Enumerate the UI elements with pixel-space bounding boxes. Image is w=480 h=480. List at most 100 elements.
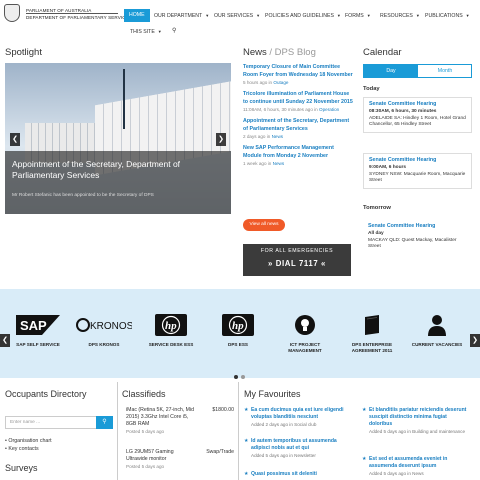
nav-our-department[interactable]: OUR DEPARTMENT ▼: [154, 9, 209, 22]
organisation-chart-link[interactable]: • Organisation chart: [5, 437, 52, 445]
event-title[interactable]: Senate Committee Hearing: [369, 157, 466, 163]
nav-home[interactable]: HOME: [124, 9, 150, 22]
star-icon: ★: [362, 456, 367, 462]
news-item-meta: 2 days ago in News: [243, 134, 353, 139]
service-label: CURRENT VACANCIES: [411, 342, 463, 347]
event-title[interactable]: Senate Committee Hearing: [368, 223, 467, 229]
news-item-title[interactable]: Appointment of the Secretary, Department…: [243, 118, 353, 133]
favourite-title[interactable]: Quasi possimus sit deleniti: [251, 471, 350, 478]
service-dps-ess[interactable]: hp DPS ESS: [208, 314, 268, 348]
service-kronos[interactable]: KRONOS DPS KRONOS: [74, 314, 134, 348]
svg-text:hp: hp: [232, 320, 244, 332]
news-item-title[interactable]: Tricolore illumination of Parliament Hou…: [243, 91, 353, 106]
event-time: 08:30AM, 6 hours, 30 minutes: [369, 109, 437, 114]
site-logo[interactable]: PARLIAMENT OF AUSTRALIA DEPARTMENT OF PA…: [4, 4, 132, 26]
book-icon: [342, 314, 402, 336]
nav-label: OUR SERVICES: [214, 13, 254, 19]
favourite-item[interactable]: ★ Est sed et assumenda eveniet in assume…: [362, 456, 468, 477]
favourite-title[interactable]: Id autem temporibus ut assumenda adipisc…: [251, 438, 350, 452]
caret-down-icon: ▼: [366, 13, 371, 18]
service-label: SERVICE DESK ESS: [148, 342, 194, 347]
nav-our-services[interactable]: OUR SERVICES ▼: [214, 9, 260, 22]
service-sap[interactable]: SAP SAP SELF SERVICE: [8, 314, 68, 348]
favourite-title[interactable]: Et blanditiis pariatur reiciendis deseru…: [369, 407, 468, 428]
favourite-item[interactable]: ★ Quasi possimus sit deleniti: [244, 471, 350, 478]
occupants-search-field[interactable]: Enter name ... ⚲: [5, 416, 113, 429]
link-label: Organisation chart: [8, 438, 52, 444]
classified-price: Swap/Trade: [206, 449, 234, 455]
service-service-desk[interactable]: hp SERVICE DESK ESS: [141, 314, 201, 348]
caret-down-icon: ▼: [336, 13, 341, 18]
calendar-event[interactable]: Senate Committee Hearing All day MACKAY Q…: [363, 220, 472, 254]
calendar-tabs: Day Month: [363, 64, 472, 78]
carousel-prev-button[interactable]: ❮: [10, 133, 20, 146]
star-icon: ★: [244, 407, 249, 413]
favourite-item[interactable]: ★ Ea cum ducimus quia est iure eligendi …: [244, 407, 350, 428]
spotlight-carousel[interactable]: ❮ ❯ Appointment of the Secretary, Depart…: [5, 63, 231, 214]
event-place: MACKAY QLD: Quest Mackay, Macalister Str…: [368, 237, 457, 250]
classified-item[interactable]: iMac (Retina 5K, 27-inch, Mid 2015) 3.3G…: [122, 407, 234, 435]
favourite-meta: Added 5 days ago in Newsletter: [251, 453, 316, 458]
service-ict-project[interactable]: ICT PROJECT MANAGEMENT: [275, 314, 335, 354]
occupants-links: • Organisation chart • Key contacts: [5, 437, 52, 453]
carousel-next-button[interactable]: ❯: [216, 133, 226, 146]
nav-this-site[interactable]: THIS SITE ▼: [130, 25, 162, 38]
favourite-item[interactable]: ★ Id autem temporibus ut assumenda adipi…: [244, 438, 350, 459]
event-details: All day MACKAY QLD: Quest Mackay, Macalis…: [368, 231, 467, 251]
nav-label: PUBLICATIONS: [425, 13, 463, 19]
favourite-meta: Added 5 days ago in Building and mainten…: [369, 429, 466, 434]
news-item-title[interactable]: Temporary Closure of Main Committee Room…: [243, 64, 353, 79]
calendar-event[interactable]: Senate Committee Hearing 9:00AM, 6 hours…: [363, 153, 472, 189]
favourite-title[interactable]: Est sed et assumenda eveniet in assumend…: [369, 456, 468, 470]
key-contacts-link[interactable]: • Key contacts: [5, 445, 52, 453]
news-item-tag[interactable]: Operation: [319, 107, 339, 112]
svg-text:KRONOS: KRONOS: [90, 321, 132, 332]
service-enterprise-agreement[interactable]: DPS ENTERPRISE AGREEMENT 2011: [342, 314, 402, 354]
classified-desc[interactable]: LG 29UM57 Gaming Ultrawide monitor: [122, 449, 196, 463]
hp-logo-icon: hp: [141, 314, 201, 336]
news-item-tag[interactable]: News: [272, 134, 284, 139]
services-next-button[interactable]: ❯: [470, 334, 480, 347]
nav-policies[interactable]: POLICIES AND GUIDELINES ▼: [265, 9, 341, 22]
slide-caption[interactable]: Appointment of the Secretary, Department…: [12, 159, 212, 181]
favourite-item[interactable]: ★ Et blanditiis pariatur reiciendis dese…: [362, 407, 468, 435]
svg-text:hp: hp: [165, 320, 177, 332]
news-item-meta: 1 week ago in News: [243, 161, 353, 166]
pagination-dot[interactable]: [233, 375, 238, 379]
nav-resources[interactable]: RESOURCES ▼: [380, 9, 420, 22]
emergency-banner: FOR ALL EMERGENCIES » DIAL 7117 «: [243, 244, 351, 276]
pagination-dot[interactable]: [240, 375, 245, 379]
search-button[interactable]: ⚲: [96, 416, 113, 429]
news-item-tag[interactable]: Outage: [273, 80, 288, 85]
service-vacancies[interactable]: CURRENT VACANCIES: [407, 314, 467, 348]
star-icon: ★: [244, 471, 249, 477]
nav-forms[interactable]: FORMS ▼: [345, 9, 371, 22]
favourite-title[interactable]: Ea cum ducimus quia est iure eligendi vo…: [251, 407, 350, 421]
column-divider: [117, 382, 118, 480]
tab-day[interactable]: Day: [364, 65, 418, 77]
caret-down-icon: ▼: [157, 29, 162, 34]
slide-subcaption: Mr Robert Stefanic has been appointed to…: [12, 193, 154, 198]
event-time: 9:00AM, 6 hours: [369, 165, 407, 170]
classified-item[interactable]: LG 29UM57 Gaming Ultrawide monitor Swap/T…: [122, 449, 234, 470]
news-item: New SAP Performance Management Module fr…: [243, 145, 353, 166]
nav-publications[interactable]: PUBLICATIONS ▼: [425, 9, 470, 22]
calendar-event[interactable]: Senate Committee Hearing 08:30AM, 6 hour…: [363, 97, 472, 133]
favourite-body: Quasi possimus sit deleniti: [244, 471, 350, 478]
star-icon: ★: [362, 407, 367, 413]
news-item-tag[interactable]: News: [273, 161, 285, 166]
event-title[interactable]: Senate Committee Hearing: [369, 101, 466, 107]
nav-label: FORMS: [345, 13, 364, 19]
hp-logo-icon: hp: [208, 314, 268, 336]
service-label: DPS ENTERPRISE AGREEMENT 2011: [351, 342, 393, 353]
tab-month[interactable]: Month: [418, 65, 472, 77]
news-item-title[interactable]: New SAP Performance Management Module fr…: [243, 145, 353, 160]
nav-label: RESOURCES: [380, 13, 413, 19]
favourite-body: Et blanditiis pariatur reiciendis deseru…: [362, 407, 468, 435]
logo-line-2: DEPARTMENT OF PARLIAMENTARY SERVICES: [26, 15, 133, 20]
search-icon[interactable]: ⚲: [172, 25, 176, 38]
view-all-news-button[interactable]: View all news: [243, 219, 285, 231]
news-item-meta: 5 hours ago in Outage: [243, 80, 353, 85]
favourite-body: Est sed et assumenda eveniet in assumend…: [362, 456, 468, 477]
classified-desc[interactable]: iMac (Retina 5K, 27-inch, Mid 2015) 3.3G…: [122, 407, 200, 428]
